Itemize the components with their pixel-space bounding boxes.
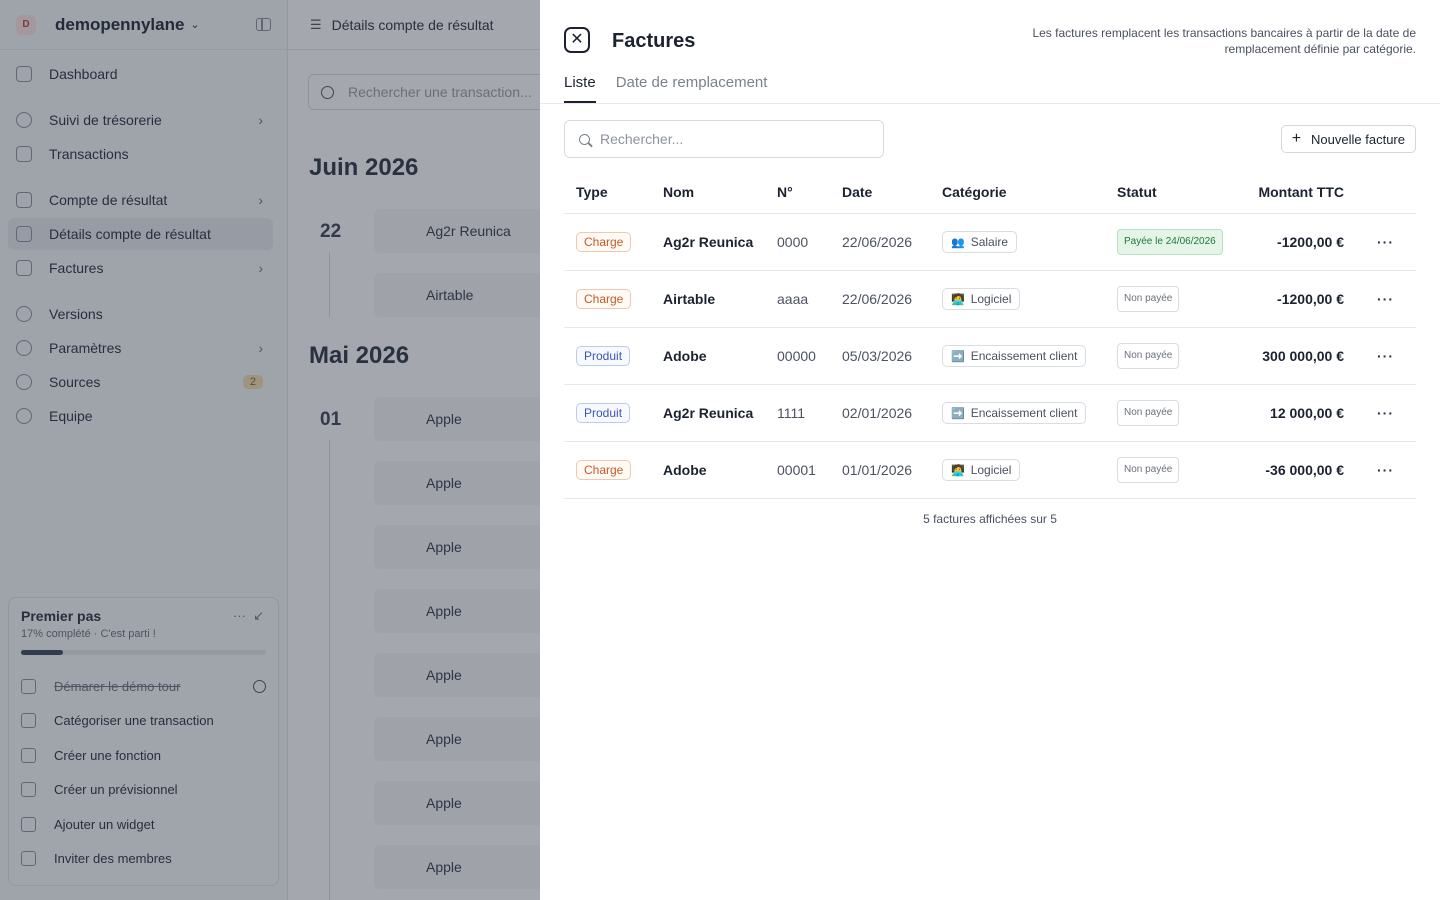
invoice-date: 01/01/2026 bbox=[842, 462, 913, 478]
category-badge[interactable]: 🧑‍💻 Logiciel bbox=[942, 288, 1021, 310]
arrow-right-icon: ➡️ bbox=[951, 407, 965, 420]
invoice-amount: -1200,00 € bbox=[1277, 291, 1344, 307]
status-badge: Non payée bbox=[1117, 400, 1180, 426]
table-row[interactable]: Charge Airtable aaaa 22/06/2026 🧑‍💻 Logic… bbox=[564, 271, 1416, 328]
invoices-drawer: ✕ Factures Les factures remplacent les t… bbox=[540, 0, 1440, 900]
more-actions-icon[interactable]: ··· bbox=[1377, 348, 1394, 364]
invoice-number: aaaa bbox=[777, 291, 809, 307]
column-header-type[interactable]: Type bbox=[564, 184, 663, 200]
invoices-table: Type Nom N° Date Catégorie Statut Montan… bbox=[564, 170, 1416, 499]
column-header-nom[interactable]: Nom bbox=[663, 184, 777, 200]
table-row[interactable]: Charge Ag2r Reunica 0000 22/06/2026 👥 Sal… bbox=[564, 214, 1416, 271]
status-badge: Payée le 24/06/2026 bbox=[1117, 229, 1223, 255]
status-badge: Non payée bbox=[1117, 343, 1180, 369]
invoice-number: 00001 bbox=[777, 462, 816, 478]
column-header-num[interactable]: N° bbox=[777, 184, 842, 200]
invoice-number: 1111 bbox=[777, 405, 806, 421]
drawer-note: Les factures remplacent les transactions… bbox=[1032, 26, 1416, 56]
table-header: Type Nom N° Date Catégorie Statut Montan… bbox=[564, 170, 1416, 214]
more-actions-icon[interactable]: ··· bbox=[1377, 462, 1394, 478]
invoice-date: 22/06/2026 bbox=[842, 234, 913, 250]
category-badge[interactable]: ➡️ Encaissement client bbox=[942, 345, 1087, 367]
status-badge: Non payée bbox=[1117, 286, 1180, 312]
plus-icon: + bbox=[1291, 130, 1302, 147]
new-invoice-button[interactable]: + Nouvelle facture bbox=[1280, 125, 1416, 153]
search-icon bbox=[579, 133, 590, 145]
close-button[interactable]: ✕ bbox=[564, 27, 590, 53]
invoice-date: 22/06/2026 bbox=[842, 291, 913, 307]
column-header-date[interactable]: Date bbox=[842, 184, 942, 200]
invoice-name: Airtable bbox=[663, 291, 716, 307]
invoice-name: Ag2r Reunica bbox=[663, 405, 754, 421]
category-badge[interactable]: 👥 Salaire bbox=[942, 231, 1018, 253]
category-label: Salaire bbox=[970, 235, 1009, 249]
more-actions-icon[interactable]: ··· bbox=[1377, 234, 1394, 250]
type-badge: Charge bbox=[576, 460, 632, 480]
invoice-name: Adobe bbox=[663, 348, 707, 364]
type-badge: Produit bbox=[576, 403, 631, 423]
column-header-statut[interactable]: Statut bbox=[1117, 184, 1245, 200]
category-badge[interactable]: 🧑‍💻 Logiciel bbox=[942, 459, 1021, 481]
new-invoice-label: Nouvelle facture bbox=[1311, 131, 1405, 147]
tab-date-remplacement[interactable]: Date de remplacement bbox=[616, 74, 768, 103]
column-header-montant[interactable]: Montant TTC bbox=[1245, 184, 1344, 200]
invoice-number: 0000 bbox=[777, 234, 809, 250]
invoice-number: 00000 bbox=[777, 348, 816, 364]
drawer-title: Factures bbox=[612, 30, 696, 52]
invoice-amount: -36 000,00 € bbox=[1265, 462, 1344, 478]
invoice-date: 02/01/2026 bbox=[842, 405, 913, 421]
invoice-name: Ag2r Reunica bbox=[663, 234, 754, 250]
category-label: Encaissement client bbox=[970, 406, 1078, 420]
column-header-categorie[interactable]: Catégorie bbox=[942, 184, 1117, 200]
table-row[interactable]: Charge Adobe 00001 01/01/2026 🧑‍💻 Logicie… bbox=[564, 442, 1416, 499]
more-actions-icon[interactable]: ··· bbox=[1377, 405, 1394, 421]
category-label: Encaissement client bbox=[970, 349, 1078, 363]
tabs-divider bbox=[540, 103, 1440, 104]
invoice-name: Adobe bbox=[663, 462, 707, 478]
category-label: Logiciel bbox=[970, 463, 1012, 477]
invoice-amount: 12 000,00 € bbox=[1270, 405, 1344, 421]
invoice-search[interactable] bbox=[564, 120, 884, 158]
type-badge: Charge bbox=[576, 232, 632, 252]
invoice-amount: 300 000,00 € bbox=[1262, 348, 1344, 364]
type-badge: Produit bbox=[576, 346, 631, 366]
tab-liste[interactable]: Liste bbox=[564, 74, 596, 103]
invoice-date: 05/03/2026 bbox=[842, 348, 913, 364]
table-row[interactable]: Produit Adobe 00000 05/03/2026 ➡️ Encaiss… bbox=[564, 328, 1416, 385]
status-badge: Non payée bbox=[1117, 457, 1180, 483]
invoice-search-input[interactable] bbox=[600, 131, 870, 147]
table-row[interactable]: Produit Ag2r Reunica 1111 02/01/2026 ➡️ E… bbox=[564, 385, 1416, 442]
invoice-amount: -1200,00 € bbox=[1277, 234, 1344, 250]
type-badge: Charge bbox=[576, 289, 632, 309]
developer-icon: 🧑‍💻 bbox=[951, 293, 965, 306]
more-actions-icon[interactable]: ··· bbox=[1377, 291, 1394, 307]
invoice-count: 5 factures affichées sur 5 bbox=[923, 512, 1057, 526]
category-label: Logiciel bbox=[970, 292, 1012, 306]
modal-backdrop[interactable] bbox=[0, 0, 540, 900]
developer-icon: 🧑‍💻 bbox=[951, 464, 965, 477]
close-icon: ✕ bbox=[570, 31, 584, 48]
category-badge[interactable]: ➡️ Encaissement client bbox=[942, 402, 1087, 424]
arrow-right-icon: ➡️ bbox=[951, 350, 965, 363]
drawer-tabs: Liste Date de remplacement bbox=[564, 74, 767, 103]
people-icon: 👥 bbox=[951, 236, 965, 249]
